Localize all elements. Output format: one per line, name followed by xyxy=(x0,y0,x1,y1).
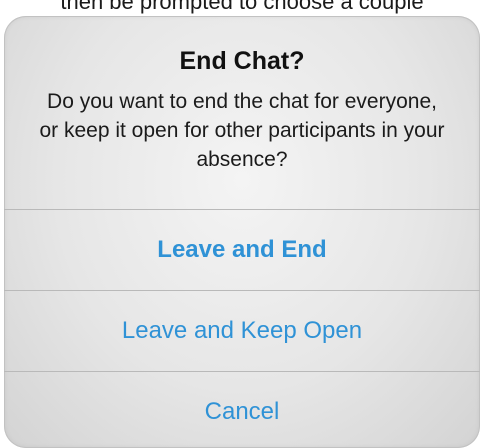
alert-message: Do you want to end the chat for everyone… xyxy=(39,90,445,171)
end-chat-alert-dialog: End Chat? Do you want to end the chat fo… xyxy=(4,16,480,448)
leave-and-keep-open-button[interactable]: Leave and Keep Open xyxy=(4,290,480,371)
alert-title: End Chat? xyxy=(179,47,305,75)
leave-and-end-button[interactable]: Leave and End xyxy=(4,209,480,290)
alert-header: End Chat? Do you want to end the chat fo… xyxy=(4,16,480,209)
cancel-button[interactable]: Cancel xyxy=(4,371,480,448)
background-caption-text: then be prompted to choose a couple xyxy=(60,0,424,14)
